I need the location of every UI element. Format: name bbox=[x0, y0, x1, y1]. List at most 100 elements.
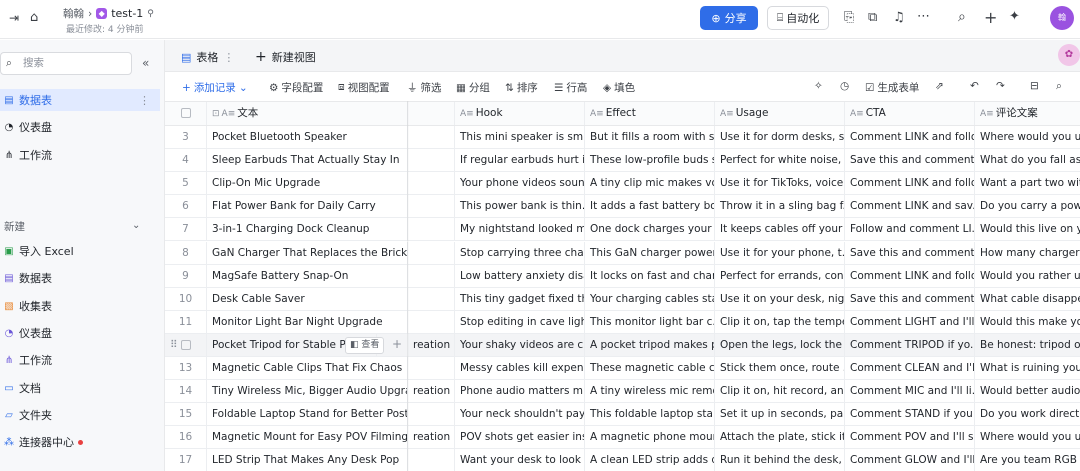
cell-cta[interactable]: Comment LINK and follo... bbox=[845, 264, 975, 288]
cell-usage[interactable]: Open the legs, lock the ... bbox=[715, 333, 845, 357]
comments-icon[interactable]: ⊟ bbox=[1030, 80, 1039, 92]
cell-usage[interactable]: Clip it on, hit record, an... bbox=[715, 380, 845, 404]
add-row-below-icon[interactable]: + bbox=[392, 337, 402, 351]
sort-button[interactable]: ⇅ 排序 bbox=[505, 80, 538, 95]
cell-hook[interactable]: If regular earbuds hurt i... bbox=[455, 149, 585, 173]
cell-text[interactable]: GaN Charger That Replaces the Brick Pile bbox=[207, 241, 408, 265]
column-header-effect[interactable]: A≡ Effect bbox=[585, 102, 715, 125]
plus-icon[interactable]: + bbox=[984, 8, 997, 27]
cell-cta[interactable]: Comment LINK and sav... bbox=[845, 195, 975, 219]
cell-comment[interactable]: Be honest: tripod or h bbox=[975, 334, 1080, 357]
view-config-button[interactable]: ⧈ 视图配置 bbox=[338, 80, 390, 95]
cell-cta[interactable]: Comment STAND if you ... bbox=[845, 403, 975, 427]
add-record-button[interactable]: + 添加记录 ⌄ bbox=[182, 80, 248, 95]
share-out-icon[interactable]: ⇗ bbox=[935, 80, 944, 92]
table-row[interactable]: 8 GaN Charger That Replaces the Brick Pil… bbox=[165, 241, 1080, 265]
cell-text[interactable]: MagSafe Battery Snap-On bbox=[207, 264, 408, 288]
cell-effect[interactable]: Your charging cables sta... bbox=[585, 287, 715, 311]
new-datatable[interactable]: ▤ 数据表 bbox=[0, 267, 160, 289]
plugin-icon[interactable]: ⧉ bbox=[868, 10, 877, 25]
cell-comment[interactable]: Would you rather use bbox=[975, 265, 1080, 288]
cell-effect[interactable]: This GaN charger power... bbox=[585, 241, 715, 265]
cell-comment[interactable]: What is ruining your d bbox=[975, 357, 1080, 380]
search-icon[interactable]: ⌕ bbox=[958, 9, 966, 25]
share-button[interactable]: ⊕ 分享 bbox=[700, 6, 758, 30]
cell-text[interactable]: Clip-On Mic Upgrade bbox=[207, 172, 408, 196]
cell-hook[interactable]: Your neck shouldn't pay... bbox=[455, 403, 585, 427]
group-button[interactable]: ▦ 分组 bbox=[456, 80, 490, 95]
sidebar-item-dashboard[interactable]: ◔ 仪表盘 bbox=[0, 116, 160, 138]
filter-button[interactable]: ⏚ 筛选 bbox=[407, 80, 442, 95]
doc-title[interactable]: test-1 bbox=[111, 7, 143, 20]
row-number[interactable]: ⠿ bbox=[165, 333, 207, 357]
cell-usage[interactable]: Stick them once, route ... bbox=[715, 357, 845, 380]
cell-hook[interactable]: Phone audio matters m... bbox=[455, 380, 585, 404]
cell-comment[interactable]: What cable disappears bbox=[975, 288, 1080, 311]
cell-text[interactable]: Magnetic Cable Clips That Fix Chaos bbox=[207, 357, 408, 380]
cell-hook[interactable]: Your shaky videos are c... bbox=[455, 333, 585, 357]
cell-effect[interactable]: A tiny wireless mic remo... bbox=[585, 380, 715, 404]
cell-cta[interactable]: Comment TRIPOD if yo... bbox=[845, 333, 975, 357]
cell-effect[interactable]: These magnetic cable cl... bbox=[585, 357, 715, 380]
generate-form-button[interactable]: ☑ 生成表单 bbox=[865, 80, 919, 95]
cell-usage[interactable]: Set it up in seconds, pai... bbox=[715, 403, 845, 427]
home-icon[interactable]: ⌂ bbox=[30, 10, 38, 25]
cell-effect[interactable]: A clean LED strip adds d... bbox=[585, 449, 715, 471]
cell-effect[interactable]: It adds a fast battery bo... bbox=[585, 195, 715, 219]
new-workflow[interactable]: ⋔ 工作流 bbox=[0, 349, 160, 371]
new-view-button[interactable]: + 新建视图 bbox=[255, 46, 316, 68]
collapse-sidebar-icon[interactable]: « bbox=[142, 56, 149, 70]
breadcrumb-parent[interactable]: 翰翰 bbox=[63, 6, 84, 21]
cell-hook[interactable]: Stop carrying three char... bbox=[455, 241, 585, 265]
new-import-excel[interactable]: ▣ 导入 Excel bbox=[0, 240, 160, 262]
cell-effect[interactable]: It locks on fast and char... bbox=[585, 264, 715, 288]
cell-cta[interactable]: Comment LINK and follo... bbox=[845, 126, 975, 149]
cell-hook[interactable]: This tiny gadget fixed th... bbox=[455, 287, 585, 311]
column-header-hook[interactable]: A≡ Hook bbox=[455, 102, 585, 125]
cell-text[interactable]: 3-in-1 Charging Dock Cleanup bbox=[207, 218, 408, 242]
cell-effect[interactable]: This foldable laptop sta... bbox=[585, 403, 715, 427]
cell-usage[interactable]: Use it on your desk, nig... bbox=[715, 287, 845, 311]
cell-text[interactable]: Tiny Wireless Mic, Bigger Audio Upgrade bbox=[207, 380, 408, 404]
cell-usage[interactable]: It keeps cables off your ... bbox=[715, 218, 845, 242]
table-row[interactable]: 6 Flat Power Bank for Daily Carry This pow… bbox=[165, 195, 1080, 219]
cell-hook[interactable]: POV shots get easier ins... bbox=[455, 426, 585, 450]
cell-effect[interactable]: One dock charges your ... bbox=[585, 218, 715, 242]
column-header-text[interactable]: ⊡ A≡ 文本 bbox=[207, 102, 408, 125]
cell-text[interactable]: Desk Cable Saver bbox=[207, 287, 408, 311]
drag-handle-icon[interactable]: ⠿ bbox=[170, 334, 178, 357]
cell-hook[interactable]: My nightstand looked m... bbox=[455, 218, 585, 242]
table-row[interactable]: 16 Magnetic Mount for Easy POV Filming rea… bbox=[165, 426, 1080, 450]
cell-comment[interactable]: Are you team RGB or bbox=[975, 449, 1080, 471]
cell-cta[interactable]: Comment GLOW and I'll... bbox=[845, 449, 975, 471]
cell-comment[interactable]: Where would you use bbox=[975, 426, 1080, 449]
history-icon[interactable]: ◷ bbox=[840, 80, 849, 92]
cell-comment[interactable]: How many chargers ar bbox=[975, 242, 1080, 265]
cell-hook[interactable]: Low battery anxiety disa... bbox=[455, 264, 585, 288]
bell-icon[interactable]: ♫ bbox=[893, 10, 905, 25]
table-row[interactable]: 14 Tiny Wireless Mic, Bigger Audio Upgrad… bbox=[165, 380, 1080, 404]
cell-cta[interactable]: Follow and comment LI... bbox=[845, 218, 975, 242]
cell-comment[interactable]: Do you work directly o bbox=[975, 403, 1080, 426]
cell-hook[interactable]: This power bank is thin... bbox=[455, 195, 585, 219]
cell-cta[interactable]: Save this and comment ... bbox=[845, 241, 975, 265]
expand-sidebar-icon[interactable]: ⇥ bbox=[9, 11, 19, 25]
redo-icon[interactable]: ↷ bbox=[996, 80, 1005, 92]
table-row[interactable]: 3 Pocket Bluetooth Speaker This mini speak… bbox=[165, 126, 1080, 149]
cell-hook[interactable]: Want your desk to look ... bbox=[455, 449, 585, 471]
new-doc[interactable]: ▭ 文档 bbox=[0, 377, 160, 399]
more-icon[interactable]: ⋯ bbox=[917, 9, 930, 24]
cell-text[interactable]: Sleep Earbuds That Actually Stay In bbox=[207, 149, 408, 173]
more-vertical-icon[interactable]: ⋮ bbox=[139, 94, 150, 107]
cell-usage[interactable]: Use it for dorm desks, s... bbox=[715, 126, 845, 149]
cell-effect[interactable]: This monitor light bar c... bbox=[585, 310, 715, 334]
avatar[interactable]: 翰 bbox=[1050, 6, 1074, 30]
cell-text[interactable]: LED Strip That Makes Any Desk Pop bbox=[207, 449, 408, 471]
cell-cta[interactable]: Comment LINK and follo... bbox=[845, 172, 975, 196]
pin-icon[interactable]: ⚲ bbox=[147, 9, 154, 19]
table-row[interactable]: 4 Sleep Earbuds That Actually Stay In If r… bbox=[165, 149, 1080, 173]
cell-comment[interactable]: Would this make your bbox=[975, 311, 1080, 334]
document-icon[interactable]: ⎘ bbox=[844, 10, 854, 25]
cell-cta[interactable]: Save this and comment ... bbox=[845, 149, 975, 173]
search-icon[interactable]: ⌕ bbox=[1056, 80, 1062, 93]
